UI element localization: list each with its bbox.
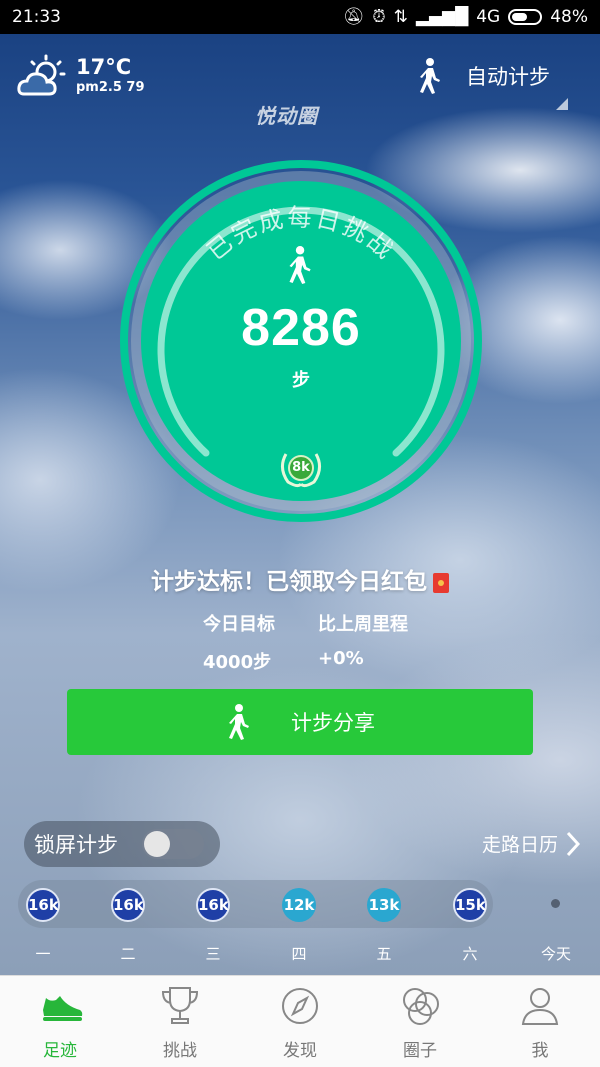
lock-screen-toggle[interactable]: [142, 829, 204, 859]
nav-label-discover: 发现: [283, 1041, 317, 1061]
day-label-wed: 三: [205, 945, 221, 963]
trophy-icon: [161, 987, 199, 1024]
chevron-right-icon: [566, 831, 580, 856]
goal-text: 计步达标！已领取今日红包: [151, 569, 427, 595]
nav-label-challenge: 挑战: [163, 1041, 197, 1061]
day-label-thu: 四: [291, 945, 307, 963]
day-value-thu[interactable]: 12k: [282, 888, 316, 922]
week-history-bar: [18, 880, 493, 928]
lock-screen-setting: 锁屏计步: [24, 821, 220, 867]
temperature: 17°C: [76, 55, 132, 79]
day-label-tue: 二: [120, 945, 136, 963]
step-ring[interactable]: 已完成每日挑战 8286 步 8k: [118, 158, 484, 524]
lock-screen-label: 锁屏计步: [34, 833, 118, 857]
day-value-tue[interactable]: 16k: [111, 888, 145, 922]
step-unit: 步: [292, 370, 310, 391]
day-value-mon[interactable]: 16k: [26, 888, 60, 922]
compare-label: 比上周里程: [318, 614, 408, 635]
red-packet-icon: [433, 572, 449, 593]
badge-label: 8k: [288, 455, 314, 481]
day-value-sat[interactable]: 15k: [453, 888, 487, 922]
app-logo: 悦动圈: [255, 104, 318, 128]
person-icon: [521, 988, 559, 1025]
target-value: 4000步: [203, 652, 272, 673]
auto-step-mode[interactable]: 自动计步: [416, 58, 550, 94]
status-time: 21:33: [12, 7, 61, 27]
walker-icon: [420, 58, 440, 94]
day-value-wed[interactable]: 16k: [196, 888, 230, 922]
shoe-icon: [43, 996, 83, 1021]
compass-icon: [282, 988, 318, 1024]
day-label-fri: 五: [376, 945, 392, 963]
nav-circles[interactable]: 圈子: [360, 976, 480, 1067]
walker-icon: [289, 246, 311, 284]
calendar-label: 走路日历: [481, 834, 558, 856]
walk-calendar-link[interactable]: 走路日历: [482, 830, 580, 857]
network-type: 4G: [476, 7, 501, 27]
goal-message: 计步达标！已领取今日红包: [0, 562, 600, 596]
nav-label-circles: 圈子: [403, 1041, 437, 1061]
nav-footprints[interactable]: 足迹: [0, 976, 120, 1067]
battery-percent: 48%: [550, 7, 588, 27]
step-share-button[interactable]: 计步分享: [67, 689, 533, 755]
battery-icon: [508, 9, 543, 25]
nav-discover[interactable]: 发现: [240, 976, 360, 1067]
day-label-mon: 一: [35, 945, 51, 963]
nav-label-me: 我: [531, 1041, 549, 1061]
weather-widget[interactable]: 17°C pm2.5 79: [16, 54, 145, 100]
day-label-sat: 六: [462, 945, 478, 963]
milestone-badge: 8k: [276, 448, 326, 488]
mute-icon: 🔕︎: [342, 7, 365, 27]
nav-label-footprints: 足迹: [43, 1041, 77, 1061]
data-arrows-icon: ⇅: [393, 7, 408, 27]
partly-cloudy-icon: [17, 54, 66, 96]
nav-challenge[interactable]: 挑战: [120, 976, 240, 1067]
walker-icon: [229, 704, 249, 740]
target-label: 今日目标: [203, 614, 275, 635]
compare-value: +0%: [318, 648, 364, 669]
circles-icon: [403, 988, 439, 1025]
signal-icon: ▂▄▆█: [415, 7, 469, 27]
day-value-fri[interactable]: 13k: [367, 888, 401, 922]
share-label: 计步分享: [291, 711, 375, 735]
auto-step-label: 自动计步: [466, 65, 550, 89]
bottom-navigation: 足迹 挑战 发现 圈子 我: [0, 975, 600, 1067]
step-count: 8286: [241, 299, 361, 357]
nav-me[interactable]: 我: [480, 976, 600, 1067]
today-indicator[interactable]: [551, 899, 560, 908]
alarm-icon: ⏰︎: [372, 7, 386, 27]
day-label-today: 今天: [540, 945, 571, 963]
status-bar: 21:33 🔕︎ ⏰︎ ⇅ ▂▄▆█ 4G 48%: [0, 0, 600, 34]
air-quality: pm2.5 79: [76, 80, 145, 95]
corner-indicator: [556, 98, 568, 110]
